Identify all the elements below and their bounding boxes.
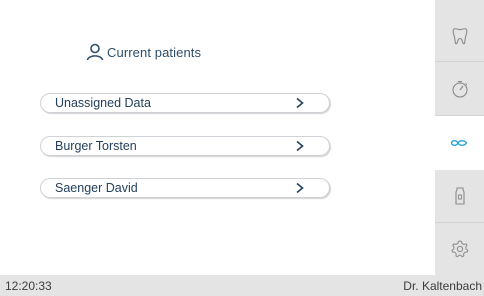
sidebar-item-timer[interactable] bbox=[435, 62, 484, 116]
patient-button-burger-torsten[interactable]: Burger Torsten bbox=[40, 136, 330, 156]
sidebar-item-bottle[interactable] bbox=[435, 170, 484, 223]
sidebar-item-link[interactable] bbox=[434, 116, 484, 170]
stopwatch-icon bbox=[451, 80, 468, 98]
sidebar bbox=[434, 0, 484, 275]
patient-label: Burger Torsten bbox=[55, 139, 137, 153]
gear-icon bbox=[450, 240, 468, 258]
person-icon bbox=[86, 43, 104, 61]
tooth-icon bbox=[452, 27, 467, 44]
bottle-icon bbox=[454, 187, 465, 205]
main-panel: Current patients Unassigned Data Burger … bbox=[0, 0, 435, 275]
patient-button-saenger-david[interactable]: Saenger David bbox=[40, 178, 330, 198]
page-title: Current patients bbox=[107, 44, 202, 60]
patient-label: Unassigned Data bbox=[55, 96, 151, 110]
chevron-right-icon bbox=[296, 140, 304, 152]
current-patients-header: Current patients bbox=[86, 41, 201, 63]
user-name: Dr. Kaltenbach bbox=[403, 278, 482, 293]
sidebar-item-tooth[interactable] bbox=[435, 10, 484, 62]
chevron-right-icon bbox=[296, 182, 304, 194]
patient-button-unassigned-data[interactable]: Unassigned Data bbox=[40, 93, 330, 113]
status-bar: 12:20:33 Dr. Kaltenbach bbox=[0, 275, 484, 296]
patient-label: Saenger David bbox=[55, 181, 138, 195]
clock-time: 12:20:33 bbox=[5, 278, 52, 293]
link-icon bbox=[450, 140, 468, 146]
sidebar-item-settings[interactable] bbox=[435, 223, 484, 275]
chevron-right-icon bbox=[296, 97, 304, 109]
